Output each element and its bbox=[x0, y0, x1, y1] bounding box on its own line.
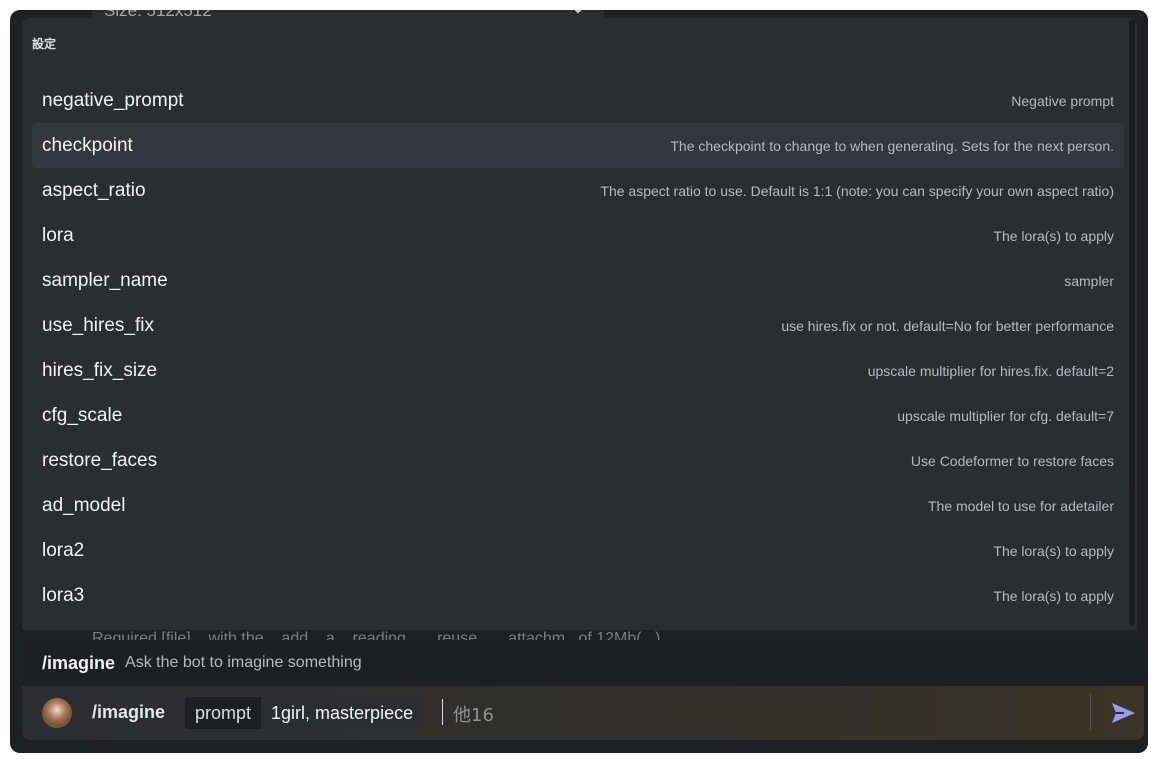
text-caret bbox=[442, 699, 443, 725]
more-options-count[interactable]: 他16 bbox=[453, 701, 494, 727]
option-description: upscale multiplier for cfg. default=7 bbox=[897, 407, 1114, 424]
message-input-bar[interactable]: /imagine prompt 1girl, masterpiece 他16 bbox=[22, 686, 1144, 740]
command-info-bar: /imagine Ask the bot to imagine somethin… bbox=[22, 640, 1144, 686]
popup-title: 設定 bbox=[32, 37, 57, 51]
option-hires-fix-size[interactable]: hires_fix_size upscale multiplier for hir… bbox=[32, 348, 1124, 393]
option-lora[interactable]: lora The lora(s) to apply bbox=[32, 213, 1124, 258]
user-avatar[interactable] bbox=[42, 698, 72, 728]
option-list: negative_prompt Negative prompt checkpoint… bbox=[32, 78, 1124, 630]
command-info-name: /imagine bbox=[42, 652, 116, 673]
option-description: Use Codeformer to restore faces bbox=[910, 452, 1114, 469]
param-value[interactable]: 1girl, masterpiece bbox=[261, 697, 424, 729]
option-name: restore_faces bbox=[42, 449, 158, 471]
prompt-param-chip[interactable]: prompt 1girl, masterpiece bbox=[185, 697, 424, 729]
option-description: upscale multiplier for hires.fix. defaul… bbox=[867, 362, 1114, 379]
option-description: The lora(s) to apply bbox=[993, 542, 1114, 559]
option-lora3[interactable]: lora3 The lora(s) to apply bbox=[32, 573, 1124, 618]
option-aspect-ratio[interactable]: aspect_ratio The aspect ratio to use. Def… bbox=[32, 168, 1124, 213]
send-icon bbox=[1112, 703, 1135, 723]
option-sampler-name[interactable]: sampler_name sampler bbox=[32, 258, 1124, 303]
option-name: lora2 bbox=[42, 539, 85, 561]
option-description: The checkpoint to change to when generat… bbox=[670, 137, 1114, 154]
hidden-message-text: Required [file]... with the... add... a.… bbox=[92, 630, 661, 640]
option-description: use hires.fix or not. default=No for bet… bbox=[781, 317, 1114, 334]
option-description: The lora(s) to apply bbox=[993, 227, 1114, 244]
autocomplete-popup: 設定 negative_prompt Negative prompt checkpo… bbox=[22, 18, 1137, 630]
option-name: lora4 bbox=[42, 630, 84, 631]
command-info-description: Ask the bot to imagine something bbox=[125, 654, 362, 671]
option-restore-faces[interactable]: restore_faces Use Codeformer to restore f… bbox=[32, 438, 1124, 483]
input-divider bbox=[1090, 694, 1091, 730]
option-name: hires_fix_size bbox=[42, 359, 158, 381]
option-description: The model to use for adetailer bbox=[928, 497, 1114, 514]
option-description: Negative prompt bbox=[1011, 92, 1114, 109]
option-name: aspect_ratio bbox=[42, 179, 146, 201]
option-name: negative_prompt bbox=[42, 89, 184, 111]
option-name: cfg_scale bbox=[42, 404, 123, 426]
option-ad-model[interactable]: ad_model The model to use for adetailer bbox=[32, 483, 1124, 528]
option-name: use_hires_fix bbox=[42, 314, 154, 336]
option-description: sampler bbox=[1064, 272, 1114, 289]
param-name[interactable]: prompt bbox=[185, 697, 262, 729]
option-description: The lora(s) to apply bbox=[993, 587, 1114, 604]
scrollbar-thumb[interactable] bbox=[1129, 20, 1135, 490]
option-checkpoint[interactable]: checkpoint The checkpoint to change to wh… bbox=[32, 123, 1124, 168]
option-name: lora bbox=[42, 224, 74, 246]
option-cfg-scale[interactable]: cfg_scale upscale multiplier for cfg. def… bbox=[32, 393, 1124, 438]
option-lora2[interactable]: lora2 The lora(s) to apply bbox=[32, 528, 1124, 573]
option-name: ad_model bbox=[42, 494, 126, 516]
option-description: The aspect ratio to use. Default is 1:1 … bbox=[600, 182, 1114, 199]
option-use-hires-fix[interactable]: use_hires_fix use hires.fix or not. defau… bbox=[32, 303, 1124, 348]
option-name: lora3 bbox=[42, 584, 85, 606]
option-negative-prompt[interactable]: negative_prompt Negative prompt bbox=[32, 78, 1124, 123]
chat-window: Size: 512x512 設定 negative_prompt Negative… bbox=[10, 10, 1148, 753]
input-command: /imagine bbox=[92, 702, 166, 722]
option-name: sampler_name bbox=[42, 269, 168, 291]
option-lora4[interactable]: lora4The lora(s) to apply bbox=[32, 618, 1124, 631]
send-button[interactable] bbox=[1108, 698, 1138, 728]
option-name: checkpoint bbox=[42, 134, 133, 156]
